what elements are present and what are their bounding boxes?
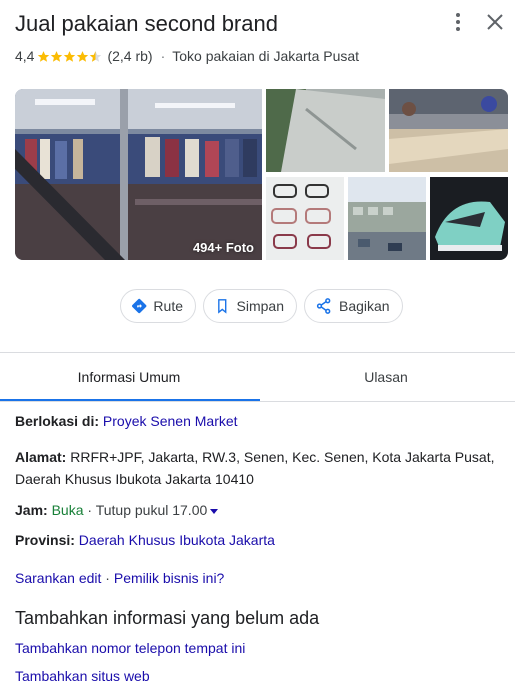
hours-detail[interactable]: Tutup pukul 17.00 (96, 502, 208, 518)
province-label: Provinsi: (15, 532, 75, 548)
own-business-link[interactable]: Pemilik bisnis ini? (114, 570, 224, 586)
star-rating (37, 50, 102, 63)
separator-dot: · (160, 48, 166, 64)
photo-thumbnail[interactable] (430, 177, 508, 260)
tab-overview[interactable]: Informasi Umum (0, 352, 258, 402)
eyeglasses-photo (266, 177, 344, 260)
place-title: Jual pakaian second brand (15, 11, 278, 36)
more-options-button[interactable] (447, 10, 469, 34)
store-interior-photo (15, 89, 262, 260)
add-phone-link[interactable]: Tambahkan nomor telepon tempat ini (15, 640, 245, 656)
photo-count-label: 494+ Foto (192, 240, 254, 255)
hours-label: Jam: (15, 502, 48, 518)
located-in-label: Berlokasi di: (15, 413, 100, 429)
share-button[interactable]: Bagikan (304, 289, 403, 323)
directions-icon (132, 298, 147, 314)
add-phone-row: Tambahkan nomor telepon tempat ini (15, 637, 245, 659)
links-separator: · (105, 570, 110, 586)
rating-value: 4,4 (15, 48, 35, 64)
close-button[interactable] (483, 10, 507, 34)
photo-thumbnail[interactable] (266, 177, 344, 260)
market-stalls-photo (389, 89, 508, 172)
sneaker-photo (430, 177, 508, 260)
hours-status: Buka (51, 502, 84, 518)
hours-row: Jam: Buka · Tutup pukul 17.00 (15, 499, 219, 521)
star-icon (64, 50, 76, 62)
edit-links-row: Sarankan edit · Pemilik bisnis ini? (15, 567, 224, 589)
star-icon (51, 50, 63, 62)
star-icon (77, 50, 89, 62)
hours-separator: · (87, 502, 93, 518)
star-icon (38, 50, 50, 62)
share-icon (316, 298, 331, 314)
add-website-row: Tambahkan situs web (15, 665, 150, 687)
more-vert-icon (456, 13, 460, 31)
concrete-wall-photo (266, 89, 385, 172)
province-row: Provinsi: Daerah Khusus Ibukota Jakarta (15, 529, 275, 551)
main-photo[interactable]: 494+ Foto (15, 89, 262, 260)
address-line-2: Daerah Khusus Ibukota Jakarta 10410 (15, 471, 254, 487)
photo-thumbnail[interactable] (266, 89, 385, 172)
add-info-title: Tambahkan informasi yang belum ada (15, 608, 320, 628)
located-in-row: Berlokasi di: Proyek Senen Market (15, 410, 238, 432)
tabs-bottom-divider (0, 401, 515, 402)
directions-label: Rute (153, 298, 183, 314)
directions-button[interactable]: Rute (120, 289, 196, 323)
located-in-link[interactable]: Proyek Senen Market (103, 413, 238, 429)
save-button[interactable]: Simpan (203, 289, 297, 323)
close-icon (487, 14, 503, 30)
bookmark-icon (218, 299, 227, 314)
place-category: Toko pakaian di Jakarta Pusat (172, 48, 360, 64)
half-star-icon (90, 50, 102, 62)
rating-row: 4,4 (2,4 rb) · Toko pakaian di Jakarta P… (15, 48, 359, 64)
address-label: Alamat: (15, 449, 67, 465)
building-exterior-photo (348, 177, 426, 260)
suggest-edit-link[interactable]: Sarankan edit (15, 570, 101, 586)
photo-thumbnail[interactable] (389, 89, 508, 172)
tab-reviews[interactable]: Ulasan (257, 352, 515, 402)
province-link[interactable]: Daerah Khusus Ibukota Jakarta (79, 532, 275, 548)
address-row: Alamat: RRFR+JPF, Jakarta, RW.3, Senen, … (15, 446, 494, 490)
save-label: Simpan (236, 298, 284, 314)
photo-thumbnail[interactable] (348, 177, 426, 260)
add-website-link[interactable]: Tambahkan situs web (15, 668, 150, 684)
review-count-link[interactable]: (2,4 rb) (107, 48, 152, 64)
share-label: Bagikan (339, 298, 390, 314)
chevron-down-icon[interactable] (210, 508, 219, 514)
address-line-1: RRFR+JPF, Jakarta, RW.3, Senen, Kec. Sen… (70, 449, 495, 465)
